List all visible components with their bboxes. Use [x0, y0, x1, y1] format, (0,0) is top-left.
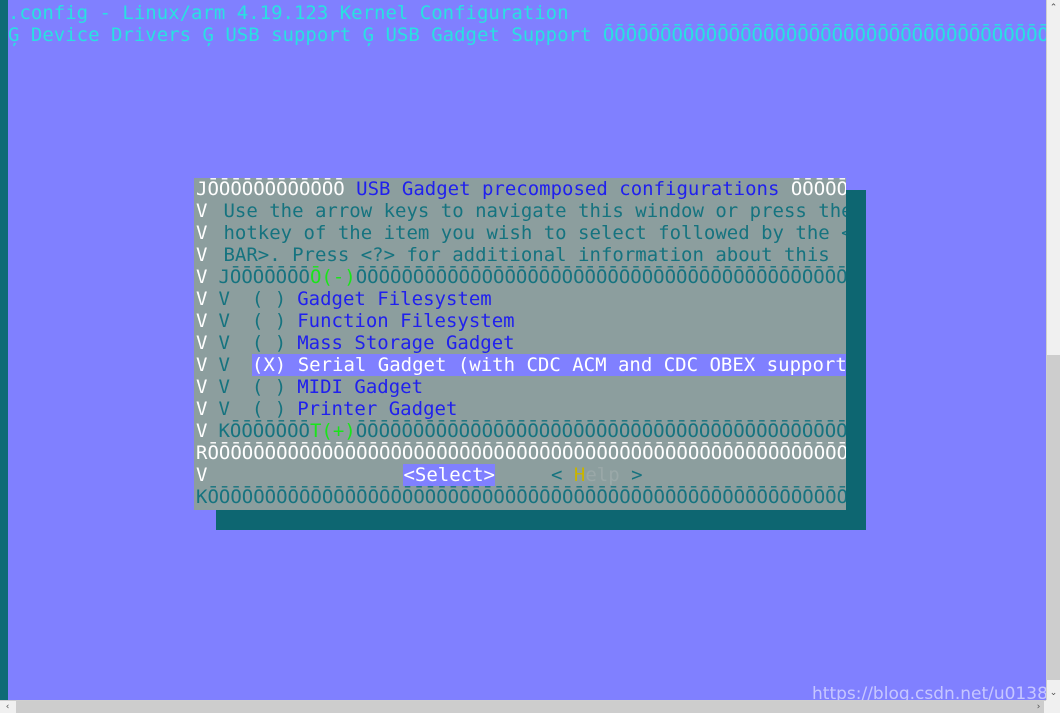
- horizontal-scrollbar-thumb[interactable]: [16, 701, 1044, 713]
- dialog-vbar: V: [196, 354, 208, 376]
- list-item-label: Mass Storage Gadget: [297, 332, 515, 354]
- list-vbar: V: [218, 376, 230, 398]
- breadcrumb: Ģ Device Drivers Ģ USB support Ģ USB Gad…: [8, 24, 1046, 46]
- dialog-separator: RŌŌŌŌŌŌŌŌŌŌŌŌŌŌŌŌŌŌŌŌŌŌŌŌŌŌŌŌŌŌŌŌŌŌŌŌŌŌŌ…: [196, 442, 846, 464]
- list-item-label: Gadget Filesystem: [297, 288, 492, 310]
- list-item[interactable]: V V( ) Mass Storage Gadget: [196, 332, 515, 354]
- radio-marker[interactable]: ( ): [230, 332, 286, 354]
- list-item-label: Function Filesystem: [297, 310, 515, 332]
- dialog-title-frame-right: ŌŌŌŌŌŌŌŌŌŌŌŌI: [790, 178, 846, 200]
- scroll-down-arrow-icon[interactable]: ⌄: [1047, 685, 1060, 700]
- list-border-right: ŌŌŌŌŌŌŌŌŌŌŌŌŌŌŌŌŌŌŌŌŌŌŌŌŌŌŌŌŌŌŌŌŌŌŌŌŌŌŌŌ…: [355, 266, 846, 288]
- list-item-label: MIDI Gadget: [297, 376, 424, 398]
- help-row-2: Vhotkey of the item you wish to select f…: [196, 222, 846, 244]
- radio-marker[interactable]: ( ): [230, 310, 286, 332]
- help-row-3: V BAR>. Press <?> for additional informat…: [196, 244, 830, 266]
- list-vbar: V: [218, 398, 230, 420]
- help-button[interactable]: < Help >: [495, 464, 643, 486]
- vertical-scrollbar[interactable]: ⌃ ⌄: [1046, 0, 1060, 700]
- dialog-vbar: V: [196, 310, 208, 332]
- dialog-vbar: V: [196, 376, 208, 398]
- help-row-1: V Use the arrow keys to navigate this win…: [196, 200, 846, 222]
- list-item-label-selected: Serial Gadget (with CDC ACM and CDC OBEX…: [286, 354, 846, 376]
- list-border-left: JŌŌŌŌŌŌŌ: [218, 266, 310, 288]
- dialog-title: USB Gadget precomposed configurations: [356, 178, 780, 200]
- vertical-scrollbar-thumb[interactable]: [1047, 355, 1060, 680]
- list-vbar: V: [218, 354, 230, 376]
- list-item[interactable]: V V( ) Printer Gadget: [196, 398, 457, 420]
- radio-marker[interactable]: ( ): [230, 376, 286, 398]
- help-line-2: hotkey of the item you wish to select fo…: [223, 222, 846, 244]
- gadget-config-dialog: JŌŌŌŌŌŌŌŌŌŌŌŌ USB Gadget precomposed con…: [194, 178, 846, 510]
- scroll-down-indicator-icon[interactable]: T(+): [310, 420, 356, 442]
- help-button-bracket-open: <: [550, 464, 574, 486]
- scroll-right-arrow-icon[interactable]: ›: [1031, 701, 1046, 713]
- dialog-vbar: V: [196, 420, 208, 442]
- dialog-vbar: V: [196, 222, 208, 244]
- dialog-bottom-border: KŌŌŌŌŌŌŌŌŌŌŌŌŌŌŌŌŌŌŌŌŌŌŌŌŌŌŌŌŌŌŌŌŌŌŌŌŌŌŌ…: [196, 486, 846, 508]
- list-vbar: V: [218, 332, 230, 354]
- scroll-left-arrow-icon[interactable]: ‹: [0, 701, 15, 713]
- dialog-title-frame-left: JŌŌŌŌŌŌŌŌŌŌŌŌ: [196, 178, 357, 200]
- scrollbar-corner: [1046, 700, 1060, 713]
- list-item-label: Printer Gadget: [297, 398, 458, 420]
- list-item[interactable]: V V( ) Function Filesystem: [196, 310, 515, 332]
- list-bottom-border: V KŌŌŌŌŌŌŌT(+)ŌŌŌŌŌŌŌŌŌŌŌŌŌŌŌŌŌŌŌŌŌŌŌŌŌŌŌ…: [196, 420, 846, 442]
- dialog-vbar: V: [196, 200, 208, 222]
- help-line-1: Use the arrow keys to navigate this wind…: [223, 200, 846, 222]
- help-button-hotkey: H: [573, 464, 586, 486]
- help-line-3: BAR>. Press <?> for additional informati…: [223, 244, 830, 266]
- horizontal-scrollbar[interactable]: ‹ ›: [0, 700, 1060, 713]
- dialog-title-row: JŌŌŌŌŌŌŌŌŌŌŌŌ USB Gadget precomposed con…: [196, 178, 846, 200]
- list-border-left: KŌŌŌŌŌŌŌ: [218, 420, 310, 442]
- list-item[interactable]: V V( ) MIDI Gadget: [196, 376, 423, 398]
- help-button-bracket-close: >: [619, 464, 643, 486]
- list-vbar: V: [218, 310, 230, 332]
- dialog-vbar: V: [196, 244, 208, 266]
- terminal-left-edge: [0, 0, 8, 700]
- scroll-up-indicator-icon[interactable]: Ō(-): [310, 266, 356, 288]
- radio-marker-selected[interactable]: (X): [251, 354, 287, 376]
- dialog-vbar: V: [196, 332, 208, 354]
- list-item[interactable]: V V( ) Gadget Filesystem: [196, 288, 492, 310]
- config-title: .config - Linux/arm 4.19.123 Kernel Conf…: [8, 2, 569, 24]
- dialog-vbar: V: [196, 288, 208, 310]
- scroll-up-arrow-icon[interactable]: ⌃: [1047, 0, 1060, 15]
- dialog-vbar: V: [196, 398, 208, 420]
- dialog-vbar: V: [196, 266, 208, 288]
- list-item-selected[interactable]: V V (X) Serial Gadget (with CDC ACM and CD…: [196, 354, 846, 376]
- dialog-button-row: V <Select> < Help >: [196, 464, 643, 486]
- list-top-border: V JŌŌŌŌŌŌŌŌ(-)ŌŌŌŌŌŌŌŌŌŌŌŌŌŌŌŌŌŌŌŌŌŌŌŌŌŌŌ…: [196, 266, 846, 288]
- radio-marker[interactable]: ( ): [230, 288, 286, 310]
- menuconfig-screen: .config - Linux/arm 4.19.123 Kernel Conf…: [0, 0, 1060, 713]
- list-border-right: ŌŌŌŌŌŌŌŌŌŌŌŌŌŌŌŌŌŌŌŌŌŌŌŌŌŌŌŌŌŌŌŌŌŌŌŌŌŌŌŌ…: [355, 420, 846, 442]
- dialog-vbar: V: [196, 464, 208, 486]
- select-button[interactable]: <Select>: [403, 464, 495, 486]
- list-vbar: V: [218, 288, 230, 310]
- radio-marker[interactable]: ( ): [230, 398, 286, 420]
- help-button-label: elp: [585, 464, 620, 486]
